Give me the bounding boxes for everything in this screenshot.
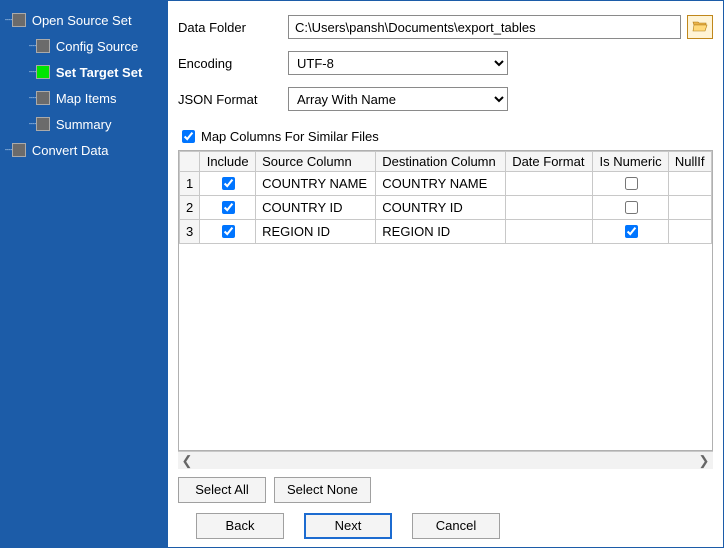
header-include[interactable]: Include xyxy=(200,152,256,172)
isnumeric-checkbox[interactable] xyxy=(625,201,638,214)
tree-connector-icon: ┈ xyxy=(5,143,12,158)
source-cell[interactable]: COUNTRY NAME xyxy=(256,172,376,196)
data-folder-row: Data Folder xyxy=(178,15,713,39)
wizard-nav-buttons: Back Next Cancel xyxy=(178,513,713,539)
encoding-label: Encoding xyxy=(178,56,288,71)
tree-connector-icon: ┈ xyxy=(29,65,36,80)
app-window: ┈ Open Source Set ┈ Config Source ┈ Set Targe… xyxy=(0,0,724,548)
step-status-icon xyxy=(12,143,26,157)
json-format-select[interactable]: Array With Name xyxy=(288,87,508,111)
isnumeric-checkbox[interactable] xyxy=(625,225,638,238)
main-panel: Data Folder Encoding UTF-8 JSON Format A… xyxy=(168,1,723,547)
column-mapping-table: Include Source Column Destination Column… xyxy=(179,151,712,244)
next-button[interactable]: Next xyxy=(304,513,392,539)
nullif-cell[interactable] xyxy=(668,172,711,196)
tree-connector-icon: ┈ xyxy=(29,39,36,54)
step-status-icon xyxy=(36,65,50,79)
header-rownum xyxy=(180,152,200,172)
dest-cell[interactable]: REGION ID xyxy=(376,220,506,244)
back-button[interactable]: Back xyxy=(196,513,284,539)
json-format-row: JSON Format Array With Name xyxy=(178,87,713,111)
step-label: Summary xyxy=(56,117,112,132)
step-label: Convert Data xyxy=(32,143,109,158)
row-number: 3 xyxy=(180,220,200,244)
map-similar-checkbox[interactable] xyxy=(182,130,195,143)
header-isnumeric[interactable]: Is Numeric xyxy=(593,152,669,172)
encoding-select[interactable]: UTF-8 xyxy=(288,51,508,75)
isnumeric-cell[interactable] xyxy=(593,220,669,244)
wizard-step-open-source-set[interactable]: ┈ Open Source Set xyxy=(1,7,168,33)
include-cell[interactable] xyxy=(200,196,256,220)
wizard-step-set-target-set[interactable]: ┈ Set Target Set xyxy=(1,59,168,85)
dest-cell[interactable]: COUNTRY NAME xyxy=(376,172,506,196)
horizontal-scrollbar[interactable]: ❮ ❯ xyxy=(178,451,713,469)
row-number: 1 xyxy=(180,172,200,196)
include-cell[interactable] xyxy=(200,172,256,196)
folder-open-icon xyxy=(692,19,708,36)
header-dest[interactable]: Destination Column xyxy=(376,152,506,172)
step-label: Open Source Set xyxy=(32,13,132,28)
step-status-icon xyxy=(12,13,26,27)
step-status-icon xyxy=(36,117,50,131)
data-folder-label: Data Folder xyxy=(178,20,288,35)
wizard-step-map-items[interactable]: ┈ Map Items xyxy=(1,85,168,111)
wizard-step-config-source[interactable]: ┈ Config Source xyxy=(1,33,168,59)
select-all-button[interactable]: Select All xyxy=(178,477,266,503)
encoding-row: Encoding UTF-8 xyxy=(178,51,713,75)
dest-cell[interactable]: COUNTRY ID xyxy=(376,196,506,220)
step-status-icon xyxy=(36,91,50,105)
include-checkbox[interactable] xyxy=(222,177,235,190)
header-source[interactable]: Source Column xyxy=(256,152,376,172)
selection-buttons: Select All Select None xyxy=(178,477,713,503)
isnumeric-checkbox[interactable] xyxy=(625,177,638,190)
include-checkbox[interactable] xyxy=(222,201,235,214)
browse-folder-button[interactable] xyxy=(687,15,713,39)
wizard-step-convert-data[interactable]: ┈ Convert Data xyxy=(1,137,168,163)
nullif-cell[interactable] xyxy=(668,196,711,220)
step-label: Map Items xyxy=(56,91,117,106)
select-none-button[interactable]: Select None xyxy=(274,477,371,503)
step-status-icon xyxy=(36,39,50,53)
column-mapping-table-wrap: Include Source Column Destination Column… xyxy=(178,150,713,451)
data-folder-input[interactable] xyxy=(288,15,681,39)
map-similar-row: Map Columns For Similar Files xyxy=(178,127,713,146)
tree-connector-icon: ┈ xyxy=(5,13,12,28)
nullif-cell[interactable] xyxy=(668,220,711,244)
json-format-label: JSON Format xyxy=(178,92,288,107)
table-row[interactable]: 1 COUNTRY NAMECOUNTRY NAME xyxy=(180,172,712,196)
header-nullif[interactable]: NullIf xyxy=(668,152,711,172)
map-similar-label[interactable]: Map Columns For Similar Files xyxy=(201,129,379,144)
include-cell[interactable] xyxy=(200,220,256,244)
table-row[interactable]: 2 COUNTRY IDCOUNTRY ID xyxy=(180,196,712,220)
scroll-left-icon[interactable]: ❮ xyxy=(178,453,196,469)
tree-connector-icon: ┈ xyxy=(29,91,36,106)
dateformat-cell[interactable] xyxy=(506,172,593,196)
scroll-right-icon[interactable]: ❯ xyxy=(695,453,713,469)
include-checkbox[interactable] xyxy=(222,225,235,238)
isnumeric-cell[interactable] xyxy=(593,196,669,220)
wizard-sidebar: ┈ Open Source Set ┈ Config Source ┈ Set Targe… xyxy=(1,1,168,547)
source-cell[interactable]: COUNTRY ID xyxy=(256,196,376,220)
isnumeric-cell[interactable] xyxy=(593,172,669,196)
dateformat-cell[interactable] xyxy=(506,220,593,244)
step-label: Config Source xyxy=(56,39,138,54)
table-row[interactable]: 3 REGION IDREGION ID xyxy=(180,220,712,244)
source-cell[interactable]: REGION ID xyxy=(256,220,376,244)
tree-connector-icon: ┈ xyxy=(29,117,36,132)
header-dateformat[interactable]: Date Format xyxy=(506,152,593,172)
cancel-button[interactable]: Cancel xyxy=(412,513,500,539)
step-label: Set Target Set xyxy=(56,65,142,80)
wizard-step-summary[interactable]: ┈ Summary xyxy=(1,111,168,137)
row-number: 2 xyxy=(180,196,200,220)
dateformat-cell[interactable] xyxy=(506,196,593,220)
